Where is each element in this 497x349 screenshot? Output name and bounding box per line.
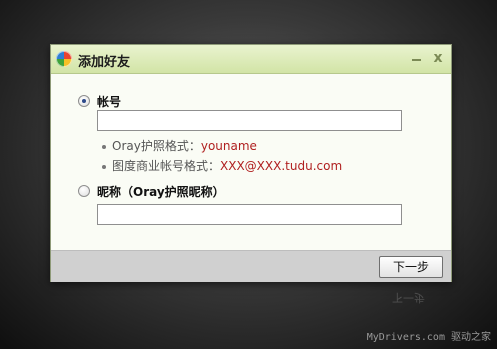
button-reflection: 下一步 [392, 291, 425, 304]
app-logo-icon [56, 51, 72, 67]
nickname-option-label: 昵称（Oray护照昵称） [97, 185, 225, 199]
account-radio[interactable] [78, 95, 90, 107]
account-input[interactable] [97, 110, 402, 131]
oray-format-hint: Oray护照格式：youname [102, 137, 257, 154]
tudu-format-hint: 图度商业帐号格式：XXX@XXX.tudu.com [102, 157, 342, 174]
add-friend-dialog: 添加好友 x 帐号 Oray护照格式：youname 图度商业帐号格式：XXX@… [50, 44, 452, 282]
close-button[interactable]: x [429, 49, 447, 67]
nickname-radio[interactable] [78, 185, 90, 197]
next-button[interactable]: 下一步 [379, 256, 443, 278]
oray-format-example: youname [200, 139, 257, 153]
bullet-icon [102, 144, 106, 149]
nickname-input[interactable] [97, 204, 402, 225]
dialog-footer: 下一步 [51, 250, 451, 282]
minimize-icon [411, 59, 421, 61]
oray-format-label: Oray护照格式： [112, 139, 201, 153]
tudu-format-example: XXX@XXX.tudu.com [220, 159, 343, 173]
dialog-titlebar[interactable]: 添加好友 x [51, 45, 451, 74]
tudu-format-label: 图度商业帐号格式： [112, 159, 221, 173]
dialog-title: 添加好友 [78, 55, 131, 70]
bullet-icon [102, 164, 106, 169]
account-option-label: 帐号 [97, 95, 122, 109]
site-watermark: MyDrivers.com 驱动之家 [366, 332, 491, 343]
minimize-button[interactable] [407, 49, 425, 67]
